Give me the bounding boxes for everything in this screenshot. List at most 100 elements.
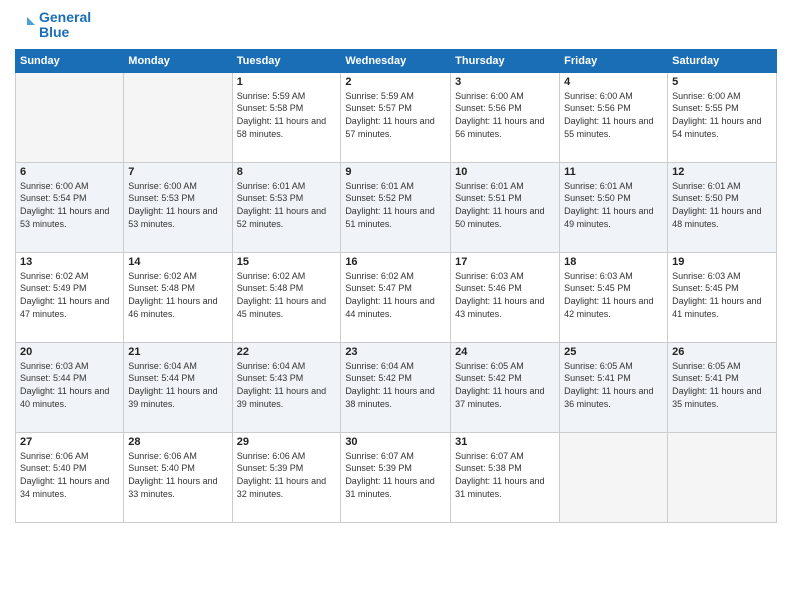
day-info: Sunrise: 6:01 AM Sunset: 5:50 PM Dayligh…	[672, 180, 772, 230]
calendar-day-cell: 1 Sunrise: 5:59 AM Sunset: 5:58 PM Daylig…	[232, 72, 341, 162]
calendar-day-cell	[560, 432, 668, 522]
weekday-header-tuesday: Tuesday	[232, 49, 341, 72]
day-number: 4	[564, 76, 663, 88]
calendar-day-cell	[124, 72, 232, 162]
day-info: Sunrise: 6:02 AM Sunset: 5:49 PM Dayligh…	[20, 270, 119, 320]
calendar-day-cell: 25 Sunrise: 6:05 AM Sunset: 5:41 PM Dayli…	[560, 342, 668, 432]
calendar-day-cell: 23 Sunrise: 6:04 AM Sunset: 5:42 PM Dayli…	[341, 342, 451, 432]
calendar-day-cell: 26 Sunrise: 6:05 AM Sunset: 5:41 PM Dayli…	[668, 342, 777, 432]
calendar-day-cell: 4 Sunrise: 6:00 AM Sunset: 5:56 PM Daylig…	[560, 72, 668, 162]
day-number: 1	[237, 76, 337, 88]
logo: General Blue	[15, 10, 91, 41]
day-number: 15	[237, 256, 337, 268]
calendar-day-cell: 13 Sunrise: 6:02 AM Sunset: 5:49 PM Dayli…	[16, 252, 124, 342]
day-info: Sunrise: 6:00 AM Sunset: 5:56 PM Dayligh…	[564, 90, 663, 140]
logo-blue: Blue	[39, 25, 91, 40]
day-info: Sunrise: 6:02 AM Sunset: 5:48 PM Dayligh…	[237, 270, 337, 320]
day-info: Sunrise: 6:03 AM Sunset: 5:44 PM Dayligh…	[20, 360, 119, 410]
day-number: 9	[345, 166, 446, 178]
calendar-day-cell: 10Sunrise: 6:01 AM Sunset: 5:51 PM Dayli…	[451, 162, 560, 252]
calendar-day-cell: 19 Sunrise: 6:03 AM Sunset: 5:45 PM Dayli…	[668, 252, 777, 342]
calendar-day-cell: 17 Sunrise: 6:03 AM Sunset: 5:46 PM Dayli…	[451, 252, 560, 342]
calendar-day-cell: 5Sunrise: 6:00 AM Sunset: 5:55 PM Daylig…	[668, 72, 777, 162]
logo-general: General	[39, 10, 91, 25]
weekday-header-friday: Friday	[560, 49, 668, 72]
day-info: Sunrise: 6:01 AM Sunset: 5:50 PM Dayligh…	[564, 180, 663, 230]
day-number: 7	[128, 166, 227, 178]
day-number: 12	[672, 166, 772, 178]
day-info: Sunrise: 6:07 AM Sunset: 5:38 PM Dayligh…	[455, 450, 555, 500]
day-info: Sunrise: 6:05 AM Sunset: 5:41 PM Dayligh…	[564, 360, 663, 410]
day-info: Sunrise: 6:05 AM Sunset: 5:42 PM Dayligh…	[455, 360, 555, 410]
day-info: Sunrise: 6:03 AM Sunset: 5:46 PM Dayligh…	[455, 270, 555, 320]
calendar-day-cell: 30 Sunrise: 6:07 AM Sunset: 5:39 PM Dayli…	[341, 432, 451, 522]
calendar-table: SundayMondayTuesdayWednesdayThursdayFrid…	[15, 49, 777, 523]
day-number: 29	[237, 436, 337, 448]
day-number: 10	[455, 166, 555, 178]
day-info: Sunrise: 5:59 AM Sunset: 5:57 PM Dayligh…	[345, 90, 446, 140]
day-number: 18	[564, 256, 663, 268]
weekday-header-sunday: Sunday	[16, 49, 124, 72]
day-info: Sunrise: 6:07 AM Sunset: 5:39 PM Dayligh…	[345, 450, 446, 500]
day-number: 5	[672, 76, 772, 88]
day-info: Sunrise: 6:00 AM Sunset: 5:56 PM Dayligh…	[455, 90, 555, 140]
header: General Blue	[15, 10, 777, 41]
calendar-week-row: 1 Sunrise: 5:59 AM Sunset: 5:58 PM Daylig…	[16, 72, 777, 162]
calendar-day-cell: 6 Sunrise: 6:00 AM Sunset: 5:54 PM Daylig…	[16, 162, 124, 252]
day-info: Sunrise: 6:05 AM Sunset: 5:41 PM Dayligh…	[672, 360, 772, 410]
day-info: Sunrise: 6:04 AM Sunset: 5:42 PM Dayligh…	[345, 360, 446, 410]
day-number: 13	[20, 256, 119, 268]
day-number: 11	[564, 166, 663, 178]
weekday-header-monday: Monday	[124, 49, 232, 72]
day-info: Sunrise: 6:06 AM Sunset: 5:40 PM Dayligh…	[20, 450, 119, 500]
calendar-week-row: 6 Sunrise: 6:00 AM Sunset: 5:54 PM Daylig…	[16, 162, 777, 252]
calendar-day-cell: 29Sunrise: 6:06 AM Sunset: 5:39 PM Dayli…	[232, 432, 341, 522]
day-number: 21	[128, 346, 227, 358]
day-info: Sunrise: 6:01 AM Sunset: 5:52 PM Dayligh…	[345, 180, 446, 230]
day-number: 8	[237, 166, 337, 178]
calendar-week-row: 20 Sunrise: 6:03 AM Sunset: 5:44 PM Dayli…	[16, 342, 777, 432]
day-number: 2	[345, 76, 446, 88]
day-number: 23	[345, 346, 446, 358]
calendar-day-cell: 8Sunrise: 6:01 AM Sunset: 5:53 PM Daylig…	[232, 162, 341, 252]
calendar-week-row: 27Sunrise: 6:06 AM Sunset: 5:40 PM Dayli…	[16, 432, 777, 522]
day-info: Sunrise: 6:02 AM Sunset: 5:47 PM Dayligh…	[345, 270, 446, 320]
day-number: 19	[672, 256, 772, 268]
calendar-day-cell: 28Sunrise: 6:06 AM Sunset: 5:40 PM Dayli…	[124, 432, 232, 522]
day-info: Sunrise: 5:59 AM Sunset: 5:58 PM Dayligh…	[237, 90, 337, 140]
day-number: 17	[455, 256, 555, 268]
day-number: 16	[345, 256, 446, 268]
day-number: 28	[128, 436, 227, 448]
calendar-day-cell: 7 Sunrise: 6:00 AM Sunset: 5:53 PM Daylig…	[124, 162, 232, 252]
calendar-day-cell: 31 Sunrise: 6:07 AM Sunset: 5:38 PM Dayli…	[451, 432, 560, 522]
day-number: 25	[564, 346, 663, 358]
calendar-week-row: 13 Sunrise: 6:02 AM Sunset: 5:49 PM Dayli…	[16, 252, 777, 342]
day-info: Sunrise: 6:03 AM Sunset: 5:45 PM Dayligh…	[564, 270, 663, 320]
page: General Blue SundayMondayTuesdayWednesda…	[0, 0, 792, 612]
day-info: Sunrise: 6:03 AM Sunset: 5:45 PM Dayligh…	[672, 270, 772, 320]
day-number: 6	[20, 166, 119, 178]
day-number: 30	[345, 436, 446, 448]
day-info: Sunrise: 6:00 AM Sunset: 5:53 PM Dayligh…	[128, 180, 227, 230]
weekday-header-saturday: Saturday	[668, 49, 777, 72]
calendar-day-cell: 16 Sunrise: 6:02 AM Sunset: 5:47 PM Dayli…	[341, 252, 451, 342]
weekday-header-row: SundayMondayTuesdayWednesdayThursdayFrid…	[16, 49, 777, 72]
calendar-day-cell: 22Sunrise: 6:04 AM Sunset: 5:43 PM Dayli…	[232, 342, 341, 432]
calendar-day-cell: 11 Sunrise: 6:01 AM Sunset: 5:50 PM Dayli…	[560, 162, 668, 252]
day-number: 3	[455, 76, 555, 88]
day-info: Sunrise: 6:04 AM Sunset: 5:44 PM Dayligh…	[128, 360, 227, 410]
day-number: 31	[455, 436, 555, 448]
calendar-day-cell	[668, 432, 777, 522]
calendar-day-cell: 24 Sunrise: 6:05 AM Sunset: 5:42 PM Dayli…	[451, 342, 560, 432]
day-info: Sunrise: 6:04 AM Sunset: 5:43 PM Dayligh…	[237, 360, 337, 410]
logo-bird-icon	[15, 11, 37, 39]
day-number: 20	[20, 346, 119, 358]
logo-graphic: General Blue	[15, 10, 91, 41]
day-number: 26	[672, 346, 772, 358]
calendar-day-cell: 3 Sunrise: 6:00 AM Sunset: 5:56 PM Daylig…	[451, 72, 560, 162]
day-number: 24	[455, 346, 555, 358]
day-number: 14	[128, 256, 227, 268]
weekday-header-thursday: Thursday	[451, 49, 560, 72]
day-info: Sunrise: 6:00 AM Sunset: 5:54 PM Dayligh…	[20, 180, 119, 230]
calendar-day-cell: 20 Sunrise: 6:03 AM Sunset: 5:44 PM Dayli…	[16, 342, 124, 432]
